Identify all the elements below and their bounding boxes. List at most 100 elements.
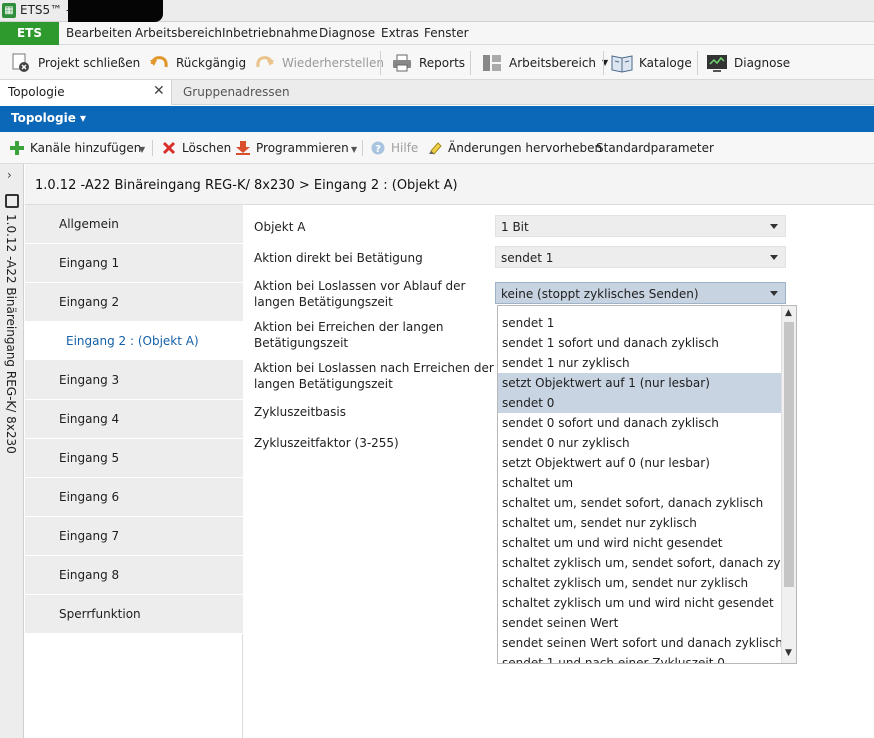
- param-label-erreichen-1: Aktion bei Erreichen der langen: [254, 320, 444, 334]
- redo-button[interactable]: Wiederherstellen: [254, 45, 384, 80]
- param-label-aktion-direkt: Aktion direkt bei Betätigung: [254, 251, 423, 265]
- dropdown-option[interactable]: schaltet um, sendet sofort, danach zykli…: [498, 493, 781, 513]
- device-vertical-label[interactable]: 1.0.12 -A22 Binäreingang REG-K/ 8x230: [4, 214, 18, 454]
- nav-item-eingang-2-objekt-a[interactable]: Eingang 2 : (Objekt A): [25, 322, 243, 361]
- tab-gruppenadressen[interactable]: Gruppenadressen: [183, 85, 290, 99]
- nav-item-eingang-4[interactable]: Eingang 4: [25, 400, 243, 439]
- select-value: keine (stoppt zyklisches Senden): [501, 287, 699, 301]
- redo-icon: [254, 52, 276, 74]
- dropdown-option[interactable]: schaltet zyklisch um und wird nicht gese…: [498, 593, 781, 613]
- nav-item-allgemein[interactable]: Allgemein: [25, 205, 243, 244]
- menu-inbetriebnahme[interactable]: Inbetriebnahme: [222, 26, 318, 40]
- option-label: sendet seinen Wert sofort und danach zyk…: [502, 636, 783, 650]
- ets-app-icon: ▦: [2, 3, 16, 18]
- objekt-a-select[interactable]: 1 Bit: [495, 215, 786, 237]
- nav-item-eingang-8[interactable]: Eingang 8: [25, 556, 243, 595]
- scrollbar-thumb[interactable]: [784, 322, 794, 587]
- dropdown-option[interactable]: sendet 1 nur zyklisch: [498, 353, 781, 373]
- svg-text:?: ?: [375, 144, 381, 155]
- menu-fenster[interactable]: Fenster: [424, 26, 469, 40]
- nav-item-eingang-7[interactable]: Eingang 7: [25, 517, 243, 556]
- nav-item-eingang-1[interactable]: Eingang 1: [25, 244, 243, 283]
- nav-item-eingang-6[interactable]: Eingang 6: [25, 478, 243, 517]
- dropdown-option[interactable]: sendet 0 nur zyklisch: [498, 433, 781, 453]
- chevron-down-icon[interactable]: ▼: [139, 145, 145, 154]
- chevron-up-icon[interactable]: ▲: [785, 308, 792, 318]
- dropdown-option[interactable]: schaltet zyklisch um, sendet sofort, dan…: [498, 553, 795, 573]
- help-icon: ?: [371, 141, 385, 155]
- dropdown-option[interactable]: sendet 1 und nach einer Zykluszeit 0: [498, 653, 781, 663]
- dropdown-option[interactable]: schaltet zyklisch um, sendet nur zyklisc…: [498, 573, 781, 593]
- nav-item-label: Eingang 3: [59, 373, 120, 387]
- menu-bearbeiten[interactable]: Bearbeiten: [66, 26, 132, 40]
- undo-button[interactable]: Rückgängig: [148, 45, 246, 80]
- aktion-direkt-select[interactable]: sendet 1: [495, 246, 786, 268]
- topologie-dropdown[interactable]: Topologie ▾: [11, 111, 86, 125]
- dropdown-option[interactable]: sendet 1 sofort und danach zyklisch: [498, 333, 781, 353]
- catalogs-button[interactable]: Kataloge: [611, 45, 692, 80]
- nav-item-eingang-5[interactable]: Eingang 5: [25, 439, 243, 478]
- nav-item-label: Eingang 6: [59, 490, 120, 504]
- toolbar-separator: [380, 51, 381, 75]
- breadcrumb-path: 1.0.12 -A22 Binäreingang REG-K/ 8x230 > …: [35, 178, 458, 193]
- nav-item-label: Sperrfunktion: [59, 607, 141, 621]
- nav-item-label: Eingang 8: [59, 568, 120, 582]
- close-project-button[interactable]: Projekt schließen: [10, 45, 140, 80]
- nav-item-label: Eingang 7: [59, 529, 120, 543]
- plus-icon: [10, 141, 24, 155]
- undo-label: Rückgängig: [176, 55, 247, 70]
- reports-button[interactable]: Reports: [391, 45, 465, 80]
- nav-item-eingang-3[interactable]: Eingang 3: [25, 361, 243, 400]
- printer-icon: [391, 52, 413, 74]
- undo-icon: [148, 52, 170, 74]
- program-button[interactable]: Programmieren: [236, 132, 349, 164]
- device-icon: [5, 194, 19, 208]
- add-channels-button[interactable]: Kanäle hinzufügen: [10, 132, 141, 164]
- dropdown-option[interactable]: setzt Objektwert auf 1 (nur lesbar): [498, 373, 781, 393]
- param-label-loslassen-nach-2: langen Betätigungszeit: [254, 377, 393, 391]
- param-label-erreichen-2: Betätigungszeit: [254, 336, 349, 350]
- highlight-changes-button[interactable]: Änderungen hervorheben: [428, 132, 602, 164]
- panel-header: Topologie ▾: [0, 106, 874, 132]
- toolbar-separator: [603, 51, 604, 75]
- nav-item-eingang-2[interactable]: Eingang 2: [25, 283, 243, 322]
- dropdown-option[interactable]: sendet 1: [498, 313, 781, 333]
- chevron-right-icon[interactable]: ›: [7, 168, 12, 182]
- dropdown-option[interactable]: sendet seinen Wert sofort und danach zyk…: [498, 633, 783, 653]
- catalogs-label: Kataloge: [639, 55, 692, 70]
- dropdown-option[interactable]: sendet seinen Wert: [498, 613, 781, 633]
- default-params-button[interactable]: Standardparameter: [596, 132, 714, 164]
- option-label: schaltet um, sendet sofort, danach zykli…: [502, 496, 764, 510]
- nav-item-label: Eingang 2: [59, 295, 120, 309]
- dropdown-option[interactable]: sendet 0 sofort und danach zyklisch: [498, 413, 781, 433]
- menu-extras[interactable]: Extras: [381, 26, 419, 40]
- dropdown-option[interactable]: schaltet um, sendet nur zyklisch: [498, 513, 781, 533]
- dropdown-option[interactable]: schaltet um und wird nicht gesendet: [498, 533, 781, 553]
- chevron-down-icon[interactable]: ▼: [785, 648, 792, 658]
- nav-item-sperrfunktion[interactable]: Sperrfunktion: [25, 595, 243, 634]
- dropdown-scrollbar[interactable]: ▲ ▼: [781, 306, 796, 663]
- dropdown-option[interactable]: schaltet um: [498, 473, 781, 493]
- ets-menu-button[interactable]: ETS: [0, 22, 59, 45]
- menu-arbeitsbereich[interactable]: Arbeitsbereich: [135, 26, 222, 40]
- delete-button[interactable]: Löschen: [162, 132, 231, 164]
- close-icon[interactable]: ✕: [153, 83, 165, 99]
- document-tabs: Topologie ✕ Gruppenadressen: [0, 80, 874, 105]
- help-button[interactable]: ? Hilfe: [371, 132, 418, 164]
- dropdown-option[interactable]: setzt Objektwert auf 0 (nur lesbar): [498, 453, 781, 473]
- close-project-icon: [10, 52, 32, 74]
- aktion-loslassen-vor-select[interactable]: keine (stoppt zyklisches Senden): [495, 282, 786, 304]
- collapsed-device-panel: › 1.0.12 -A22 Binäreingang REG-K/ 8x230: [0, 164, 24, 738]
- chevron-down-icon[interactable]: ▼: [351, 145, 357, 154]
- close-project-label: Projekt schließen: [38, 55, 141, 70]
- delete-x-icon: [162, 141, 176, 155]
- menu-diagnose[interactable]: Diagnose: [319, 26, 375, 40]
- workspace-button[interactable]: Arbeitsbereich ▼: [481, 45, 608, 80]
- dropdown-option[interactable]: sendet 0: [498, 393, 781, 413]
- tab-topologie[interactable]: Topologie ✕: [0, 80, 172, 105]
- option-label: sendet 1 sofort und danach zyklisch: [502, 336, 719, 350]
- action-separator: [152, 140, 153, 156]
- redaction-mask: [68, 0, 163, 22]
- highlight-changes-label: Änderungen hervorheben: [448, 141, 603, 155]
- diagnose-button[interactable]: Diagnose: [706, 45, 790, 80]
